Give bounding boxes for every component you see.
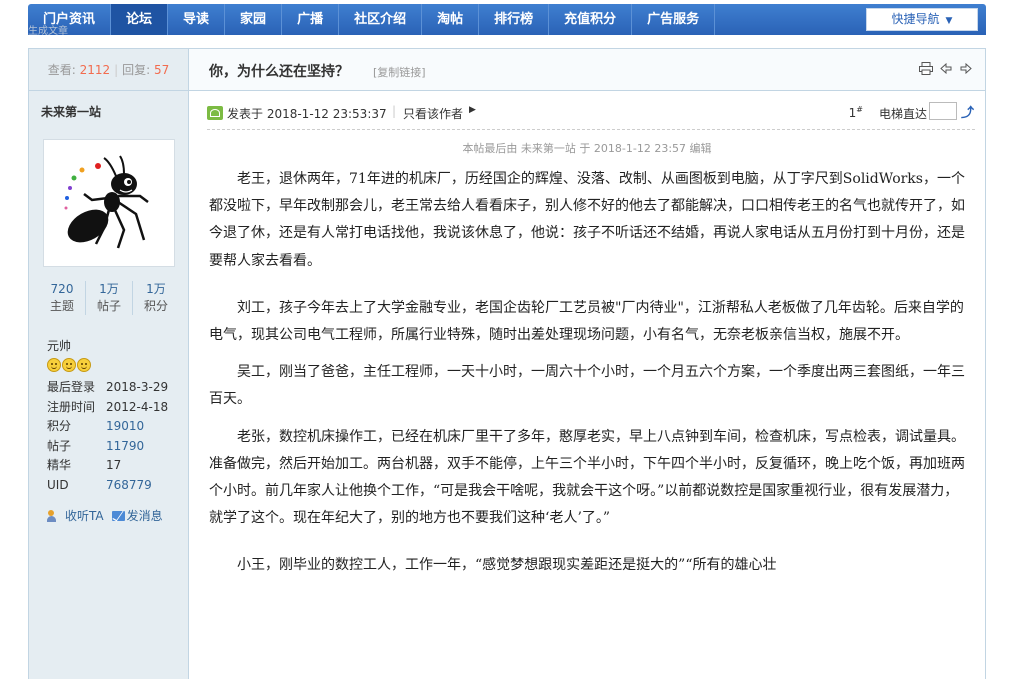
nav-item-recharge[interactable]: 充值积分 <box>549 4 633 35</box>
print-icon[interactable] <box>919 61 933 75</box>
info-row: 帖子 11790 <box>47 437 188 457</box>
follow-icon <box>47 509 63 522</box>
topics-label: 主题 <box>49 299 74 313</box>
ghost-text: 生成文章 <box>28 26 68 37</box>
credits-count[interactable]: 1万 积分 <box>133 281 179 315</box>
ant-avatar-icon <box>64 155 149 249</box>
info-value[interactable]: 19010 <box>106 417 144 437</box>
posts-count[interactable]: 1万 帖子 <box>86 281 133 315</box>
info-value[interactable]: 11790 <box>106 437 144 457</box>
credits-value: 1万 <box>146 282 166 296</box>
posts-label: 帖子 <box>96 299 121 313</box>
views-count: 2112 <box>79 63 111 77</box>
info-row: 积分 19010 <box>47 417 188 437</box>
info-value: 17 <box>106 458 122 472</box>
nav-item-forum[interactable]: 论坛 <box>111 4 169 35</box>
topics-value: 720 <box>50 282 74 296</box>
post-paragraph: 老张，数控机床操作工，已经在机床厂里干了多年，憨厚老实，早上八点钟到车间，检查机… <box>209 428 965 527</box>
views-label: 查看: <box>47 63 76 77</box>
post-paragraph: 吴工，刚当了爸爸，主任工程师，一天十小时，一周六十个小时，一个月五六个方案，一个… <box>209 364 965 408</box>
nav-item-community[interactable]: 社区介绍 <box>339 4 423 35</box>
smiley-icon <box>47 358 61 372</box>
user-actions: 收听TA 发消息 <box>47 507 188 524</box>
follow-button[interactable]: 收听TA <box>47 507 104 524</box>
top-nav: 门户资讯 论坛 导读 家园 广播 社区介绍 淘帖 排行榜 充值积分 广告服务 快… <box>28 4 986 35</box>
nav-item-ads[interactable]: 广告服务 <box>632 4 716 35</box>
thread-stats: 查看: 2112 | 回复: 57 <box>29 49 188 91</box>
user-rank[interactable]: 元帅 <box>47 337 188 354</box>
online-status-icon <box>207 106 223 120</box>
jump-floor-input[interactable] <box>929 102 957 120</box>
credits-label: 积分 <box>143 299 168 313</box>
nav-item-broadcast[interactable]: 广播 <box>282 4 340 35</box>
rank-stars <box>47 358 188 372</box>
thread-title: 你，为什么还在坚持？ <box>209 64 349 80</box>
floor-number: 1# <box>849 105 863 120</box>
meta-divider: | <box>392 104 397 118</box>
info-row: 最后登录 2018-3-29 <box>47 378 188 398</box>
copy-link-button[interactable]: [复制链接] <box>373 64 426 80</box>
nav-item-collection[interactable]: 淘帖 <box>422 4 480 35</box>
info-key: 最后登录 <box>47 380 96 394</box>
jump-go-icon[interactable]: ⤴ <box>961 102 975 121</box>
info-value: 2018-3-29 <box>106 380 169 394</box>
username[interactable]: 未来第一站 <box>29 91 188 135</box>
info-value[interactable]: 768779 <box>106 476 152 496</box>
info-value: 2012-4-18 <box>106 399 169 414</box>
info-row: 精华 17 <box>47 456 188 476</box>
post-paragraph: 小王，刚毕业的数控工人，工作一年，“感觉梦想跟现实差距还是挺大的”“所有的雄心壮 <box>237 557 777 574</box>
replies-label: 回复: <box>122 63 151 77</box>
info-row: 注册时间 2012-4-18 <box>47 398 188 418</box>
stats-divider: | <box>114 63 119 77</box>
thread-tools <box>919 61 973 75</box>
nav-item-home[interactable]: 家园 <box>225 4 283 35</box>
nav-item-ranking[interactable]: 排行榜 <box>479 4 550 35</box>
info-key: 注册时间 <box>47 399 96 414</box>
triangle-right-icon: ▶ <box>469 105 476 115</box>
message-label: 发消息 <box>126 509 163 523</box>
caret-down-icon: ▼ <box>945 16 953 26</box>
posts-value: 1万 <box>99 282 119 296</box>
quick-nav-button[interactable]: 快捷导航 ▼ <box>866 8 978 31</box>
post-date: 发表于 2018-1-12 23:53:37 <box>227 107 387 121</box>
follow-label: 收听TA <box>65 509 104 523</box>
replies-count: 57 <box>154 63 170 77</box>
info-row: UID 768779 <box>47 476 188 496</box>
jump-label: 电梯直达 <box>878 107 927 121</box>
post-panel: 你，为什么还在坚持？ [复制链接] 发表于 2018-1-12 23:53:37… <box>189 49 985 679</box>
smiley-icon <box>62 358 76 372</box>
user-counts: 720 主题 1万 帖子 1万 积分 <box>39 281 179 315</box>
info-key: UID <box>47 477 69 492</box>
user-panel: 查看: 2112 | 回复: 57 未来第一站 720 主题 1万 帖子 1万 … <box>29 49 189 679</box>
prev-thread-icon[interactable] <box>939 61 953 75</box>
avatar[interactable] <box>43 139 175 267</box>
user-info: 最后登录 2018-3-29 注册时间 2012-4-18 积分 19010 帖子 11… <box>47 378 188 495</box>
quick-nav-label: 快捷导航 <box>891 12 940 26</box>
info-key: 精华 <box>47 458 72 472</box>
mail-icon <box>111 510 125 521</box>
post-paragraph: 刘工，孩子今年去上了大学金融专业，老国企齿轮厂工艺员被"厂内待业"，江浙帮私人老… <box>209 299 964 344</box>
nav-item-guide[interactable]: 导读 <box>168 4 226 35</box>
post-paragraph: 老王，退休两年，71年进的机床厂，历经国企的辉煌、没落、改制、从画图板到电脑，从… <box>209 171 965 269</box>
info-key: 积分 <box>47 419 72 433</box>
next-thread-icon[interactable] <box>959 61 973 75</box>
post-meta: 发表于 2018-1-12 23:53:37 | 只看该作者 ▶ 1# 电梯直达… <box>207 91 975 130</box>
thread-frame: 查看: 2112 | 回复: 57 未来第一站 720 主题 1万 帖子 1万 … <box>28 48 986 679</box>
message-button[interactable]: 发消息 <box>111 507 163 524</box>
only-author-link[interactable]: 只看该作者 <box>403 105 463 122</box>
post-body: 老王，退休两年，71年进的机床厂，历经国企的辉煌、没落、改制、从画图板到电脑，从… <box>189 166 985 580</box>
topics-count[interactable]: 720 主题 <box>39 281 86 315</box>
floor-suffix: # <box>856 105 863 114</box>
info-key: 帖子 <box>47 438 72 453</box>
thread-titlebar: 你，为什么还在坚持？ [复制链接] <box>189 49 985 91</box>
smiley-icon <box>77 358 91 372</box>
edit-notice: 本帖最后由 未来第一站 于 2018-1-12 23:57 编辑 <box>462 142 712 155</box>
